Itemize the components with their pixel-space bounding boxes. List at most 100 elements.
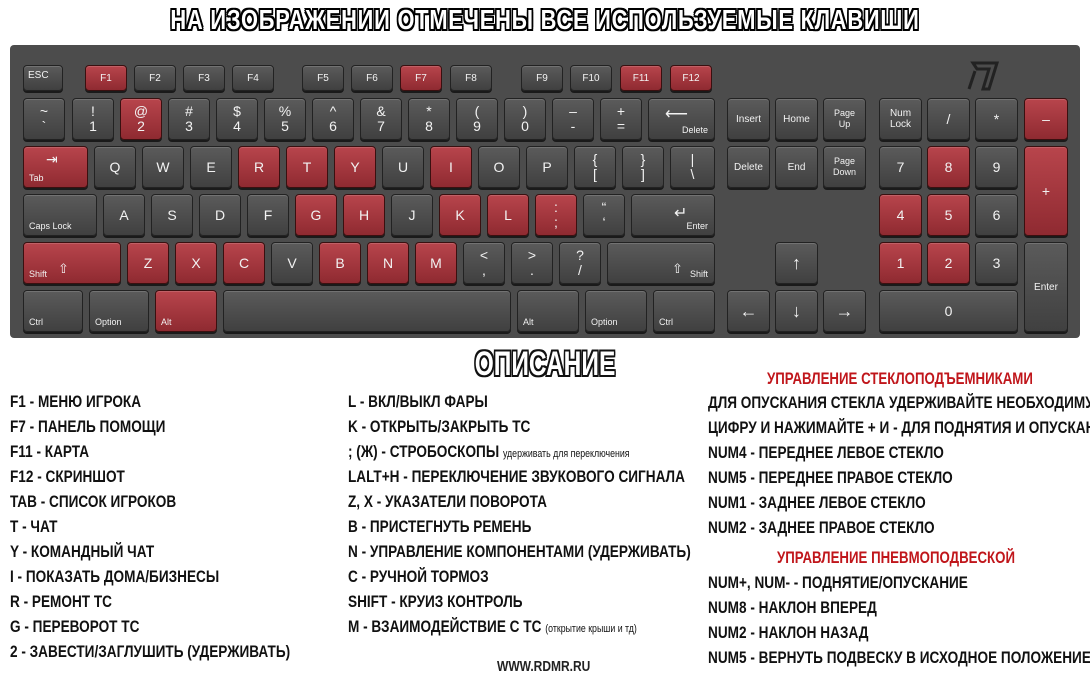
key-8[interactable]: * 8 (408, 98, 450, 140)
key-num-lock[interactable]: Num Lock (879, 98, 922, 140)
key-num-1[interactable]: 1 (879, 242, 922, 284)
key-u[interactable]: U (382, 146, 424, 188)
key-1[interactable]: ! 1 (72, 98, 114, 140)
key-f8[interactable]: F8 (450, 65, 492, 91)
key-l[interactable]: L (487, 194, 529, 236)
key-m[interactable]: M (415, 242, 457, 284)
key-w[interactable]: W (142, 146, 184, 188)
key-num-6[interactable]: 6 (975, 194, 1018, 236)
key-g[interactable]: G (295, 194, 337, 236)
key-p[interactable]: P (526, 146, 568, 188)
key-f7[interactable]: F7 (400, 65, 442, 91)
key-right-bracket[interactable]: }] (622, 146, 664, 188)
key-home[interactable]: Home (775, 98, 818, 140)
key-num-8[interactable]: 8 (927, 146, 970, 188)
key-right-ctrl[interactable]: Ctrl (653, 290, 715, 332)
key-q[interactable]: Q (94, 146, 136, 188)
key-num-7[interactable]: 7 (879, 146, 922, 188)
key-quote[interactable]: “‘ (583, 194, 625, 236)
key-d[interactable]: D (199, 194, 241, 236)
key-esc[interactable]: ESC (23, 65, 63, 91)
key-v[interactable]: V (271, 242, 313, 284)
key-page-up[interactable]: Page Up (823, 98, 866, 140)
key-k[interactable]: K (439, 194, 481, 236)
key-num-3[interactable]: 3 (975, 242, 1018, 284)
key-j[interactable]: J (391, 194, 433, 236)
key-f10[interactable]: F10 (570, 65, 612, 91)
key-7[interactable]: & 7 (360, 98, 402, 140)
key-num-0[interactable]: 0 (879, 290, 1018, 332)
key-arrow-right[interactable]: → (823, 290, 866, 332)
key-end[interactable]: End (775, 146, 818, 188)
key-equals[interactable]: + = (600, 98, 642, 140)
key-left-shift[interactable]: Shift ⇧ (23, 242, 121, 284)
key-left-ctrl[interactable]: Ctrl (23, 290, 83, 332)
key-num-enter[interactable]: Enter (1024, 242, 1068, 332)
key-a[interactable]: A (103, 194, 145, 236)
key-3[interactable]: #3 (168, 98, 210, 140)
key-num-5[interactable]: 5 (927, 194, 970, 236)
key-tab[interactable]: ⇥ Tab (23, 146, 88, 188)
key-left-alt[interactable]: Alt (155, 290, 217, 332)
key-x[interactable]: X (175, 242, 217, 284)
key-5[interactable]: % 5 (264, 98, 306, 140)
key-i[interactable]: I (430, 146, 472, 188)
key-insert[interactable]: Insert (727, 98, 770, 140)
key-4[interactable]: $4 (216, 98, 258, 140)
key-num-9[interactable]: 9 (975, 146, 1018, 188)
key-delete[interactable]: ⟵ Delete (648, 98, 715, 140)
key-s[interactable]: S (151, 194, 193, 236)
key-enter[interactable]: ↵ Enter (631, 194, 715, 236)
key-period[interactable]: >. (511, 242, 553, 284)
key-right-option[interactable]: Option (585, 290, 647, 332)
key-tilde[interactable]: ~ ` (23, 98, 65, 140)
key-arrow-up[interactable]: ↑ (775, 242, 818, 284)
key-t[interactable]: T (286, 146, 328, 188)
key-page-down[interactable]: Page Down (823, 146, 866, 188)
key-f1[interactable]: F1 (85, 65, 127, 91)
key-left-bracket[interactable]: {[ (574, 146, 616, 188)
key-e[interactable]: E (190, 146, 232, 188)
key-f2[interactable]: F2 (134, 65, 176, 91)
key-f11[interactable]: F11 (620, 65, 662, 91)
key-f6[interactable]: F6 (351, 65, 393, 91)
key-h[interactable]: H (343, 194, 385, 236)
key-b[interactable]: B (319, 242, 361, 284)
key-comma[interactable]: <, (463, 242, 505, 284)
key-num-plus[interactable]: + (1024, 146, 1068, 236)
key-right-alt[interactable]: Alt (517, 290, 579, 332)
key-minus[interactable]: – - (552, 98, 594, 140)
key-num-multiply[interactable]: * (975, 98, 1018, 140)
key-f4[interactable]: F4 (232, 65, 274, 91)
key-f5[interactable]: F5 (302, 65, 344, 91)
key-z[interactable]: Z (127, 242, 169, 284)
key-n[interactable]: N (367, 242, 409, 284)
key-num-4[interactable]: 4 (879, 194, 922, 236)
key-num-2[interactable]: 2 (927, 242, 970, 284)
key-num-minus[interactable]: – (1024, 98, 1068, 140)
key-right-shift[interactable]: ⇧ Shift (607, 242, 715, 284)
key-2[interactable]: @2 (120, 98, 162, 140)
key-slash[interactable]: ? / (559, 242, 601, 284)
key-caps-lock[interactable]: Caps Lock (23, 194, 97, 236)
key-num-divide[interactable]: / (927, 98, 970, 140)
key-space[interactable] (223, 290, 511, 332)
key-y[interactable]: Y (334, 146, 376, 188)
key-semicolon[interactable]: :; (535, 194, 577, 236)
key-f3[interactable]: F3 (183, 65, 225, 91)
key-r[interactable]: R (238, 146, 280, 188)
key-f9[interactable]: F9 (521, 65, 563, 91)
key-arrow-left[interactable]: ← (727, 290, 770, 332)
key-c[interactable]: C (223, 242, 265, 284)
key-delete-nav[interactable]: Delete (727, 146, 770, 188)
key-6[interactable]: ^ 6 (312, 98, 354, 140)
page-title: НА ИЗОБРАЖЕНИИ ОТМЕЧЕНЫ ВСЕ ИСПОЛЬЗУЕМЫЕ… (170, 4, 920, 35)
key-left-option[interactable]: Option (89, 290, 149, 332)
key-9[interactable]: (9 (456, 98, 498, 140)
key-arrow-down[interactable]: ↓ (775, 290, 818, 332)
key-f[interactable]: F (247, 194, 289, 236)
key-o[interactable]: O (478, 146, 520, 188)
key-backslash[interactable]: | \ (670, 146, 715, 188)
key-0[interactable]: ) 0 (504, 98, 546, 140)
key-f12[interactable]: F12 (670, 65, 712, 91)
